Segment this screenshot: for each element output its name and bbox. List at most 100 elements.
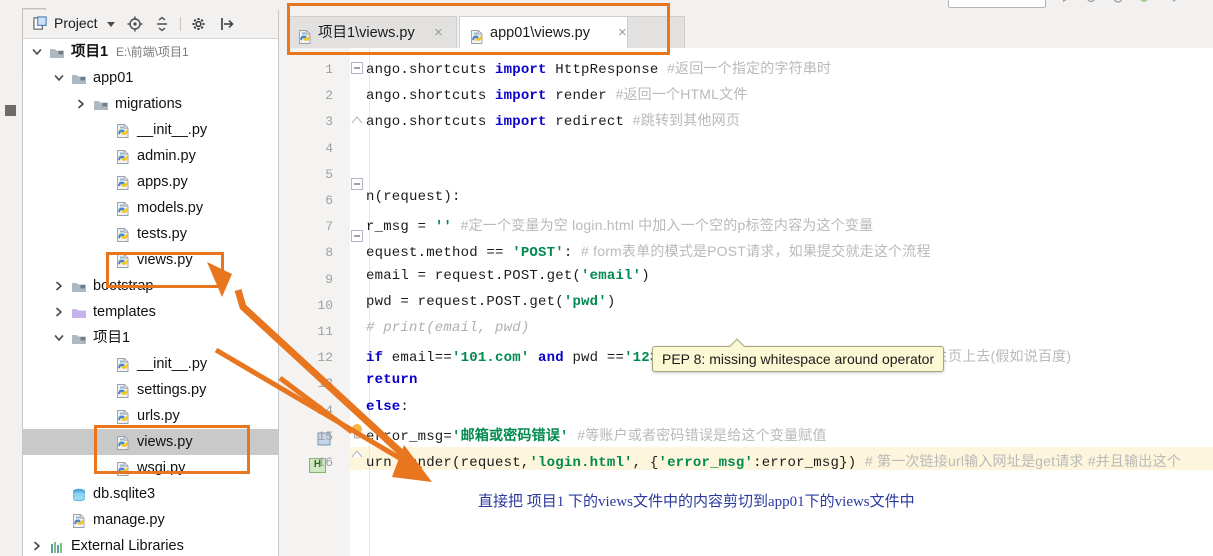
code-line-11[interactable]: # print(email, pwd) <box>366 320 529 336</box>
line-number: 5 <box>325 166 333 182</box>
project-view-icon <box>33 16 48 31</box>
code-token: 'login.html' <box>529 455 633 471</box>
code-token: email = request.POST.get( <box>366 267 582 284</box>
tree-item-__init__-py[interactable]: __init__.py <box>23 117 278 143</box>
profile-icon[interactable] <box>1138 0 1150 4</box>
code-token: ) <box>606 293 616 310</box>
code-line-3[interactable]: ango.shortcuts import redirect #跳转到其他网页 <box>366 110 740 130</box>
tree-item-项目1[interactable]: 项目1 E:\前端\项目1 <box>23 39 278 65</box>
chevron-down-icon[interactable] <box>53 72 65 84</box>
project-file-tree[interactable]: 项目1 E:\前端\项目1 app01 migrations __init__.py ad… <box>23 39 278 556</box>
code-token: : <box>563 245 582 262</box>
code-token: : <box>400 398 410 415</box>
code-token: ango.shortcuts <box>366 62 496 78</box>
tree-item--etting--py[interactable]: settings.py <box>23 377 278 403</box>
tree-item-admin-py[interactable]: admin.py <box>23 143 278 169</box>
code-token: ango.shortcuts <box>366 114 496 131</box>
tree-item-model--py[interactable]: models.py <box>23 195 278 221</box>
locate-icon[interactable] <box>127 16 143 32</box>
tree-item-label: admin.py <box>137 148 196 164</box>
tree-item-label: settings.py <box>137 382 207 398</box>
chevron-right-icon[interactable] <box>53 280 65 292</box>
tree-item-__init__-py[interactable]: __init__.py <box>23 351 278 377</box>
code-token: else <box>366 398 401 415</box>
module-icon <box>93 96 109 112</box>
gear-icon[interactable] <box>191 16 207 32</box>
tree-item-app--py[interactable]: apps.py <box>23 169 278 195</box>
chevron-right-icon[interactable] <box>75 98 87 110</box>
code-line-2[interactable]: ango.shortcuts import render #返回一个HTML文件 <box>366 84 748 104</box>
tree-item-migration-[interactable]: migrations <box>23 91 278 117</box>
tree-item-label: 项目1 <box>93 330 131 346</box>
chevron-down-icon[interactable] <box>31 46 43 58</box>
hide-panel-icon[interactable] <box>219 16 235 32</box>
tree-item-te-t--py[interactable]: tests.py <box>23 221 278 247</box>
chevron-right-icon[interactable] <box>31 540 43 552</box>
chevron-down-icon[interactable] <box>53 332 65 344</box>
tooltip-notch <box>729 338 745 347</box>
tree-item-db--qlite3[interactable]: db.sqlite3 <box>23 481 278 507</box>
code-token: ango.shortcuts <box>366 88 496 105</box>
editor-area: 项目1\views.py × app01\views.py × H ango.s… <box>279 10 1213 556</box>
chevron-right-icon[interactable] <box>53 306 65 318</box>
collapse-all-icon[interactable] <box>154 16 170 32</box>
python-icon <box>115 408 131 424</box>
code-token: '101.com' <box>452 350 530 367</box>
code-line-10[interactable]: pwd = request.POST.get('pwd') <box>366 294 615 310</box>
structure-icon[interactable] <box>5 105 16 116</box>
pycharm-window: 1: Project Project 项目1 E:\前端\项目1 app01 <box>0 0 1213 556</box>
line-number: 2 <box>325 88 333 104</box>
tree-item-external librarie-[interactable]: External Libraries <box>23 533 278 556</box>
left-tool-window-bar: 1: Project <box>0 8 46 556</box>
project-panel-header: Project <box>23 10 278 39</box>
tree-item-template-[interactable]: templates <box>23 299 278 325</box>
line-number: 12 <box>317 350 333 366</box>
code-line-15[interactable]: error_msg='邮箱或密码错误' #等账户或者密码错误是给这个变量赋值 <box>366 425 827 445</box>
tree-item-path: E:\前端\项目1 <box>116 45 189 59</box>
code-token: redirect <box>546 114 633 131</box>
line-number: 11 <box>317 324 333 339</box>
code-token: r_msg = <box>366 219 435 236</box>
code-token: # print(email, pwd) <box>366 320 530 336</box>
tree-item-label: templates <box>93 304 156 320</box>
tree-item-manage-py[interactable]: manage.py <box>23 507 278 533</box>
tree-item-label: app01 <box>93 70 134 86</box>
code-line-13[interactable]: return <box>366 372 418 388</box>
code-token: '邮箱或密码错误' <box>452 428 569 445</box>
tabs-highlight-box <box>287 3 670 55</box>
run-config-selector[interactable] <box>948 0 1046 8</box>
line-number: 14 <box>317 402 333 418</box>
library-icon <box>49 538 65 554</box>
coverage-icon[interactable] <box>1112 0 1124 4</box>
annotation-note: 直接把 项目1 下的views文件中的内容剪切到app01下的views文件中 <box>478 494 915 510</box>
attach-icon[interactable] <box>1170 0 1182 4</box>
code-line-16[interactable]: urn render(request,'login.html', {'error… <box>366 451 1181 471</box>
code-token: #返回一个指定的字符串时 <box>667 60 832 76</box>
code-line-1[interactable]: ango.shortcuts import HttpResponse #返回一个… <box>366 58 831 78</box>
code-token: HttpResponse <box>546 62 668 78</box>
run-icon[interactable] <box>1060 0 1072 4</box>
project1-views-highlight-box <box>94 425 250 474</box>
chevron-down-icon[interactable] <box>107 22 115 27</box>
code-line-9[interactable]: email = request.POST.get('email') <box>366 268 650 284</box>
code-editor[interactable]: H ango.shortcuts import HttpResponse #返回… <box>279 48 1213 556</box>
code-line-8[interactable]: equest.method == 'POST': # form表单的模式是POS… <box>366 241 931 261</box>
code-token: if <box>366 350 384 367</box>
code-token: # form表单的模式是POST请求，如果提交就走这个流程 <box>581 243 931 260</box>
line-number: 1 <box>325 62 333 77</box>
tree-item-项目1[interactable]: 项目1 <box>23 325 278 351</box>
code-token: render <box>546 88 616 105</box>
python-icon <box>115 200 131 216</box>
code-line-7[interactable]: r_msg = '' #定一个变量为空 login.html 中加入一个空的p标… <box>366 215 873 235</box>
debug-icon[interactable] <box>1085 0 1097 4</box>
code-token: and <box>538 350 564 367</box>
tree-item-app01[interactable]: app01 <box>23 65 278 91</box>
code-text-area[interactable]: ango.shortcuts import HttpResponse #返回一个… <box>350 48 1213 556</box>
code-line-14[interactable]: else: <box>366 399 409 415</box>
tree-item-label: manage.py <box>93 512 165 528</box>
code-token: urn render(request, <box>366 455 530 471</box>
tree-item-label: tests.py <box>137 226 187 242</box>
code-line-6[interactable]: n(request): <box>366 189 461 205</box>
